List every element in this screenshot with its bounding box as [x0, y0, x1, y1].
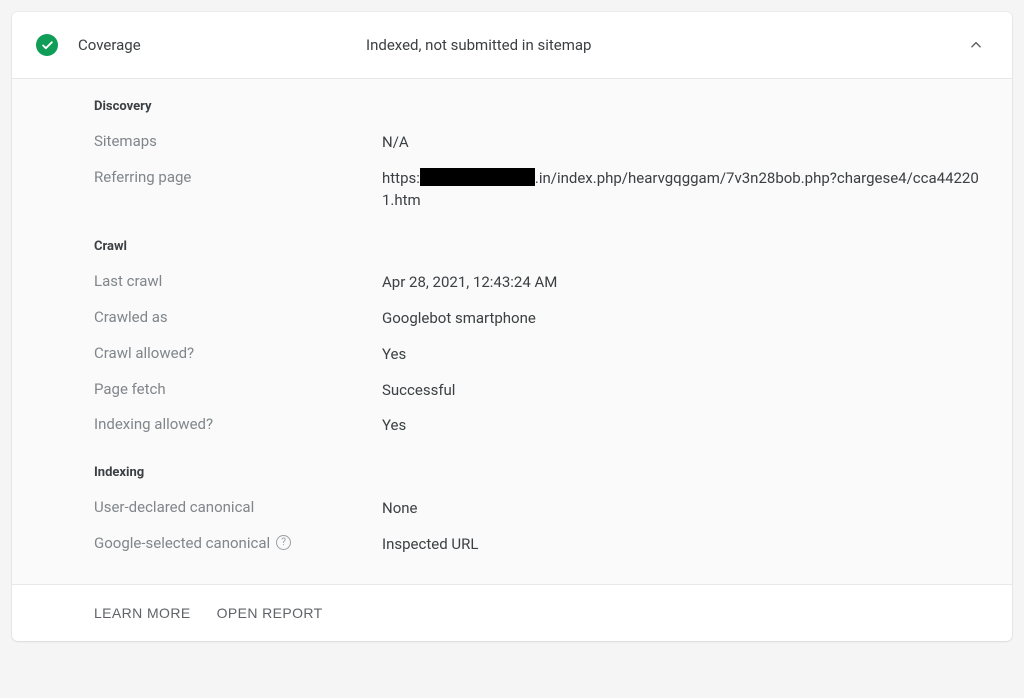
value-crawled-as: Googlebot smartphone	[382, 308, 988, 330]
section-title-discovery: Discovery	[94, 99, 988, 114]
label-last-crawl: Last crawl	[94, 272, 382, 290]
redacted-block	[420, 168, 535, 186]
value-indexing-allowed: Yes	[382, 415, 988, 437]
label-crawl-allowed: Crawl allowed?	[94, 344, 382, 362]
row-page-fetch: Page fetch Successful	[94, 380, 988, 402]
row-indexing-allowed: Indexing allowed? Yes	[94, 415, 988, 437]
status-valid-icon	[36, 34, 58, 56]
label-indexing-allowed: Indexing allowed?	[94, 415, 382, 433]
value-crawl-allowed: Yes	[382, 344, 988, 366]
collapse-toggle[interactable]	[964, 33, 988, 57]
row-sitemaps: Sitemaps N/A	[94, 132, 988, 154]
row-last-crawl: Last crawl Apr 28, 2021, 12:43:24 AM	[94, 272, 988, 294]
card-body: Discovery Sitemaps N/A Referring page ht…	[12, 79, 1012, 585]
row-referring-page: Referring page https:.in/index.php/hearv…	[94, 168, 988, 212]
help-icon[interactable]: ?	[276, 535, 291, 550]
header-status: Indexed, not submitted in sitemap	[366, 36, 964, 54]
referring-url-prefix: https:	[382, 169, 420, 187]
label-user-canonical: User-declared canonical	[94, 498, 382, 516]
label-referring-page: Referring page	[94, 168, 382, 186]
value-google-canonical: Inspected URL	[382, 534, 988, 556]
section-crawl: Crawl Last crawl Apr 28, 2021, 12:43:24 …	[94, 239, 988, 437]
learn-more-button[interactable]: LEARN MORE	[94, 605, 191, 621]
label-google-canonical-text: Google-selected canonical	[94, 534, 270, 552]
row-user-canonical: User-declared canonical None	[94, 498, 988, 520]
label-sitemaps: Sitemaps	[94, 132, 382, 150]
coverage-card: Coverage Indexed, not submitted in sitem…	[12, 12, 1012, 641]
row-crawled-as: Crawled as Googlebot smartphone	[94, 308, 988, 330]
section-discovery: Discovery Sitemaps N/A Referring page ht…	[94, 99, 988, 211]
value-referring-page: https:.in/index.php/hearvgqggam/7v3n28bo…	[382, 168, 988, 212]
value-sitemaps: N/A	[382, 132, 988, 154]
value-user-canonical: None	[382, 498, 988, 520]
section-indexing: Indexing User-declared canonical None Go…	[94, 465, 988, 556]
card-footer: LEARN MORE OPEN REPORT	[12, 585, 1012, 641]
chevron-up-icon	[969, 38, 983, 52]
open-report-button[interactable]: OPEN REPORT	[217, 605, 323, 621]
label-google-canonical: Google-selected canonical ?	[94, 534, 382, 552]
row-crawl-allowed: Crawl allowed? Yes	[94, 344, 988, 366]
header-title: Coverage	[78, 36, 366, 54]
section-title-indexing: Indexing	[94, 465, 988, 480]
label-crawled-as: Crawled as	[94, 308, 382, 326]
value-page-fetch: Successful	[382, 380, 988, 402]
card-header[interactable]: Coverage Indexed, not submitted in sitem…	[12, 12, 1012, 79]
value-last-crawl: Apr 28, 2021, 12:43:24 AM	[382, 272, 988, 294]
label-page-fetch: Page fetch	[94, 380, 382, 398]
row-google-canonical: Google-selected canonical ? Inspected UR…	[94, 534, 988, 556]
section-title-crawl: Crawl	[94, 239, 988, 254]
